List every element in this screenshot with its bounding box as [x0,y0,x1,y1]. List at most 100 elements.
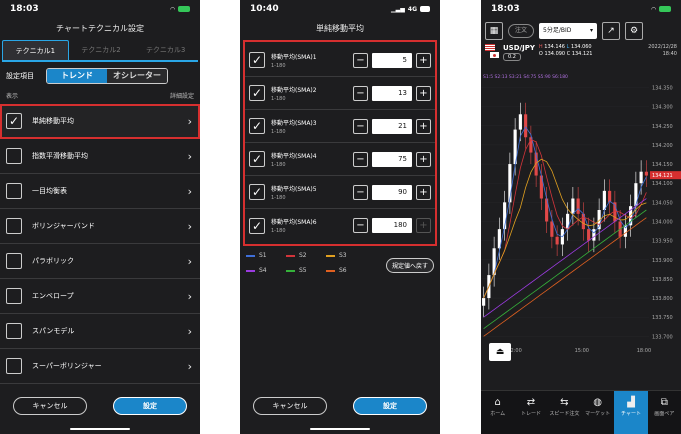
checkbox[interactable]: ✓ [249,118,265,134]
bottom-tab-bar: ⌂ ホーム ⇄ トレード ⇆ スピード注文 ◍ マーケット ▟ チャート ⧉ 画面ペア [481,390,681,434]
candle-body [592,229,596,241]
candle-body [571,198,575,214]
tab-3[interactable]: ◍ マーケット [581,391,614,434]
checkbox[interactable] [6,218,22,234]
indicator-item[interactable]: エンベロープ › [0,279,200,314]
timeframe-value: 5分足/BID [543,27,572,34]
indicator-item[interactable]: ボリンジャーバンド › [0,209,200,244]
oscillator-segment-button[interactable]: オシレーター [107,69,167,83]
decrement-button[interactable]: − [353,85,368,101]
period-input[interactable]: 180 [372,218,412,233]
chevron-right-icon[interactable]: › [188,290,192,303]
price-chart[interactable]: 134.350 134.300 134.250 134.200 134.150 134.1… [481,70,681,370]
save-button[interactable]: 設定 [113,397,187,415]
indicator-item[interactable]: スパンモデル › [0,314,200,349]
x-tick-label: 15:00 [575,348,589,354]
chart-date: 2022/12/28 18:40 [648,44,677,58]
checkbox[interactable] [6,183,22,199]
increment-button[interactable]: + [416,184,431,200]
indicator-item[interactable]: スーパーボリンジャー › [0,349,200,384]
chevron-right-icon[interactable]: › [188,325,192,338]
indicator-label: スーパーボリンジャー [32,362,102,370]
cancel-button[interactable]: キャンセル [253,397,327,415]
eject-icon[interactable]: ⏏ [489,343,511,361]
chevron-right-icon[interactable]: › [188,115,192,128]
chevron-right-icon[interactable]: › [188,360,192,373]
increment-button[interactable]: + [416,52,431,68]
sma-range: 1-180 [271,228,286,234]
checkbox[interactable] [6,323,22,339]
checkbox[interactable]: ✓ [249,151,265,167]
tab-5[interactable]: ⧉ 画面ペア [648,391,681,434]
sma-info: 移動平均(SMA)2 1-180 [271,85,353,102]
decrement-button[interactable]: − [353,52,368,68]
increment-button[interactable]: + [416,85,431,101]
tab-technical-3[interactable]: テクニカル3 [133,40,198,60]
ohlc-values: H 134.146 L 134.060 O 134.090 C 134.121 [539,44,593,58]
tab-0[interactable]: ⌂ ホーム [481,391,514,434]
chevron-right-icon[interactable]: › [188,255,192,268]
increment-button[interactable]: + [416,151,431,167]
list-header-detail: 詳細設定 [169,93,194,100]
period-input[interactable]: 90 [372,184,412,200]
candle-body [482,298,486,306]
period-input[interactable]: 75 [372,151,412,167]
save-button[interactable]: 設定 [353,397,427,415]
technical-settings-screen: 18:03 ◠ チャートテクニカル設定 テクニカル1 テクニカル2 テクニカル3… [0,0,200,434]
reset-defaults-button[interactable]: 規定値へ戻す [385,258,434,273]
date-value: 2022/12/28 [648,44,677,50]
y-tick-label: 133.800 [652,296,673,302]
chevron-right-icon[interactable]: › [188,220,192,233]
sma-info: 移動平均(SMA)6 1-180 [271,217,353,234]
increment-button[interactable]: + [416,118,431,134]
indicator-item[interactable]: 指数平滑移動平均 › [0,139,200,174]
period-input[interactable]: 21 [372,118,412,134]
checkbox[interactable]: ✓ [249,85,265,101]
period-input[interactable]: 5 [372,52,412,68]
checkbox[interactable]: ✓ [6,113,22,129]
legend-item: S3 [326,252,366,259]
tab-technical-2[interactable]: テクニカル2 [69,40,134,60]
sma-row: ✓ 移動平均(SMA)3 1-180−21 + [245,110,435,143]
order-button[interactable]: 注文 [508,24,535,38]
checkbox[interactable] [6,358,22,374]
legend-swatch [246,254,255,257]
sma-info: 移動平均(SMA)3 1-180 [271,118,353,135]
checkbox[interactable]: ✓ [249,52,265,68]
indicator-item[interactable]: ✓ 単純移動平均 › [0,104,200,139]
sma-line [483,198,647,318]
decrement-button[interactable]: − [353,151,368,167]
decrement-button[interactable]: − [353,118,368,134]
indicator-item[interactable]: パラボリック › [0,244,200,279]
checkbox[interactable] [6,288,22,304]
checkbox[interactable] [6,148,22,164]
chevron-right-icon[interactable]: › [188,185,192,198]
candlestick-chart[interactable]: 134.350 134.300 134.250 134.200 134.150 134.1… [481,70,681,370]
checkbox[interactable] [6,253,22,269]
indicator-label: 単純移動平均 [32,117,74,125]
chart-type-icon[interactable]: ↗ [602,22,621,40]
legend-swatch [246,269,255,272]
decrement-button[interactable]: − [353,184,368,200]
chart-settings-icon[interactable]: ⚙ [625,22,644,40]
decrement-button[interactable]: − [353,218,368,233]
chevron-right-icon[interactable]: › [188,150,192,163]
sma-range: 1-180 [271,128,286,135]
low-label: L [566,44,570,50]
close-value: 134.121 [571,51,593,57]
setting-row: 設定項目 トレンド オシレーター [0,62,200,90]
checkbox[interactable]: ✓ [249,184,265,200]
tab-technical-1[interactable]: テクニカル1 [2,40,69,60]
period-input[interactable]: 13 [372,85,412,101]
timeframe-select[interactable]: 5分足/BID ▾ [539,23,598,39]
cancel-button[interactable]: キャンセル [13,397,87,415]
tab-2[interactable]: ⇆ スピード注文 [548,391,581,434]
tab-4[interactable]: ▟ チャート [614,391,648,434]
trend-segment-button[interactable]: トレンド [47,69,107,83]
tab-1[interactable]: ⇄ トレード [514,391,547,434]
grid-menu-icon[interactable]: ▦ [485,22,503,40]
checkbox[interactable]: ✓ [249,217,265,234]
sma-name: 移動平均(SMA)1 [271,53,317,61]
indicator-item[interactable]: 一目均衡表 › [0,174,200,209]
increment-button[interactable]: + [416,218,431,233]
